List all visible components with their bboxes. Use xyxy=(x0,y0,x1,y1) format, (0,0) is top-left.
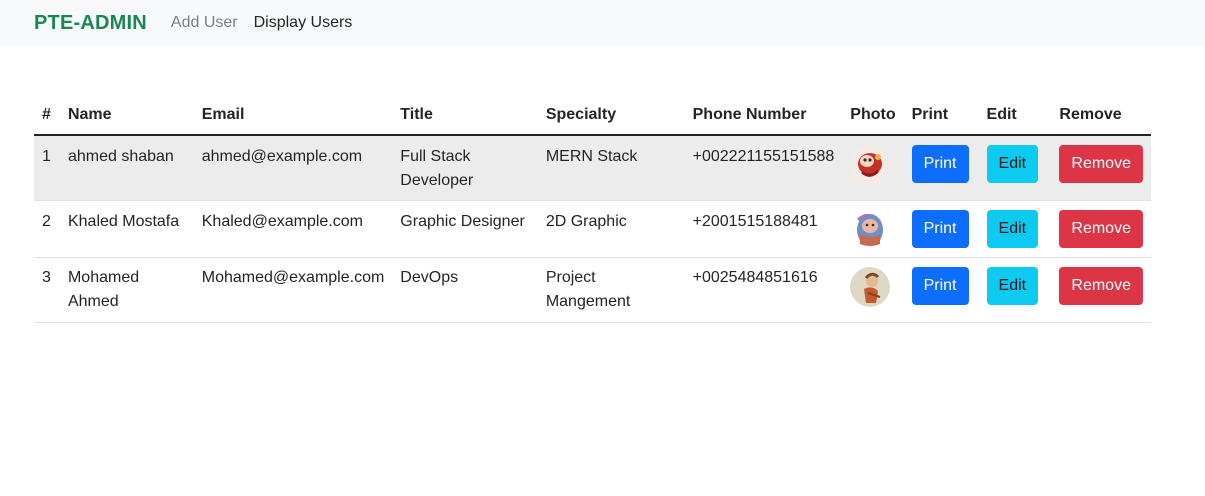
remove-cell: Remove xyxy=(1051,257,1151,323)
header-print: Print xyxy=(903,96,979,136)
edit-cell: Edit xyxy=(978,200,1052,258)
remove-button[interactable]: Remove xyxy=(1059,209,1143,248)
print-cell: Print xyxy=(903,135,979,201)
user-phone: +0025484851616 xyxy=(684,257,843,323)
edit-cell: Edit xyxy=(978,257,1052,323)
user-email: Mohamed@example.com xyxy=(193,257,393,323)
print-button[interactable]: Print xyxy=(911,145,969,183)
user-specialty: 2D Graphic xyxy=(537,200,685,258)
user-name: ahmed shaban xyxy=(59,135,194,201)
brand-logo[interactable]: PTE-ADMIN xyxy=(34,12,147,35)
edit-button[interactable]: Edit xyxy=(986,209,1039,248)
header-remove: Remove xyxy=(1051,96,1151,136)
top-navbar: PTE-ADMIN Add User Display Users xyxy=(0,0,1205,46)
user-email: Khaled@example.com xyxy=(193,200,393,258)
print-cell: Print xyxy=(903,200,979,258)
edit-button[interactable]: Edit xyxy=(986,145,1039,183)
user-phone: +002221155151588 xyxy=(684,135,843,201)
table-row: 1 ahmed shaban ahmed@example.com Full St… xyxy=(34,135,1151,201)
user-title: Full Stack Developer xyxy=(392,135,538,201)
edit-cell: Edit xyxy=(978,135,1052,201)
user-name: Khaled Mostafa xyxy=(59,200,194,258)
users-table: # Name Email Title Specialty Phone Numbe… xyxy=(34,96,1151,323)
print-cell: Print xyxy=(903,257,979,323)
row-number: 1 xyxy=(34,135,60,201)
user-title: Graphic Designer xyxy=(392,200,538,258)
table-row: 2 Khaled Mostafa Khaled@example.com Grap… xyxy=(34,200,1151,258)
header-name: Name xyxy=(59,96,194,136)
user-email: ahmed@example.com xyxy=(193,135,393,201)
nav-add-user[interactable]: Add User xyxy=(171,14,238,32)
print-button[interactable]: Print xyxy=(911,209,969,248)
header-phone: Phone Number xyxy=(684,96,843,136)
edit-button[interactable]: Edit xyxy=(986,266,1039,305)
user-name: Mohamed Ahmed xyxy=(59,257,194,323)
photo-cell xyxy=(842,257,904,323)
row-number: 3 xyxy=(34,257,60,323)
header-edit: Edit xyxy=(978,96,1052,136)
user-specialty: MERN Stack xyxy=(537,135,685,201)
row-number: 2 xyxy=(34,200,60,258)
photo-cell xyxy=(842,200,904,258)
avatar xyxy=(850,145,891,185)
header-photo: Photo xyxy=(842,96,904,136)
avatar xyxy=(850,266,891,307)
nav-display-users[interactable]: Display Users xyxy=(254,14,353,32)
header-number: # xyxy=(34,96,60,136)
table-header-row: # Name Email Title Specialty Phone Numbe… xyxy=(34,96,1151,136)
header-title: Title xyxy=(392,96,538,136)
table-row: 3 Mohamed Ahmed Mohamed@example.com DevO… xyxy=(34,257,1151,323)
users-table-container: # Name Email Title Specialty Phone Numbe… xyxy=(34,96,1151,323)
avatar xyxy=(850,209,891,250)
print-button[interactable]: Print xyxy=(911,266,969,305)
header-specialty: Specialty xyxy=(537,96,685,136)
user-phone: +2001515188481 xyxy=(684,200,843,258)
remove-cell: Remove xyxy=(1051,200,1151,258)
photo-cell xyxy=(842,135,904,201)
user-title: DevOps xyxy=(392,257,538,323)
remove-button[interactable]: Remove xyxy=(1059,145,1143,183)
header-email: Email xyxy=(193,96,393,136)
remove-cell: Remove xyxy=(1051,135,1151,201)
remove-button[interactable]: Remove xyxy=(1059,266,1143,305)
user-specialty: Project Mangement xyxy=(537,257,685,323)
